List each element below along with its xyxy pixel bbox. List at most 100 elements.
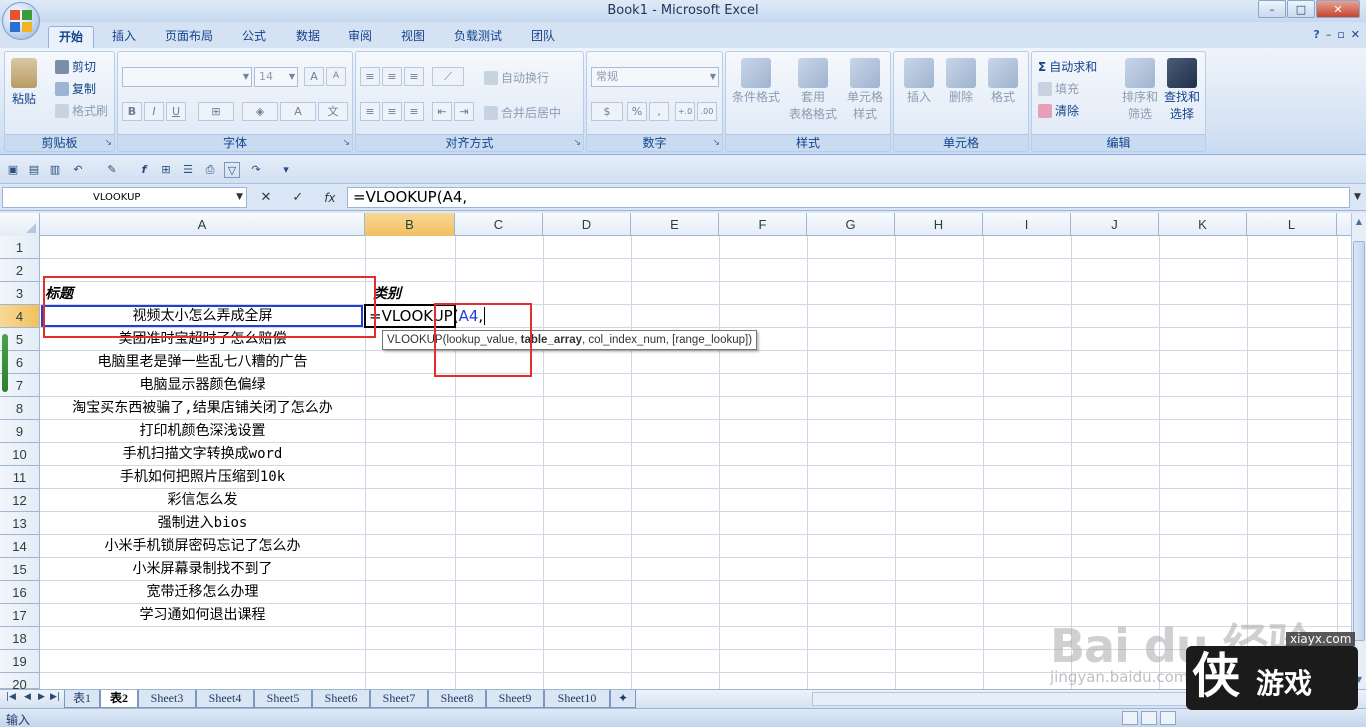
- select-all-button[interactable]: [0, 213, 40, 236]
- cell-a14[interactable]: 小米手机锁屏密码忘记了怎么办: [40, 535, 365, 558]
- page-break-view-icon[interactable]: [1160, 711, 1176, 725]
- undo-icon[interactable]: ↶: [70, 162, 86, 178]
- tab-formulas[interactable]: 公式: [234, 26, 274, 48]
- dialog-launcher-icon[interactable]: ↘: [342, 138, 350, 148]
- vertical-scrollbar[interactable]: ▲ ▼: [1351, 213, 1366, 689]
- horizontal-scrollbar[interactable]: [812, 692, 1352, 706]
- normal-view-icon[interactable]: [1122, 711, 1138, 725]
- column-header-i[interactable]: I: [983, 213, 1071, 236]
- cell-a9[interactable]: 打印机颜色深浅设置: [40, 420, 365, 443]
- orientation-button[interactable]: ⟋: [432, 67, 464, 86]
- tab-page-layout[interactable]: 页面布局: [158, 26, 220, 48]
- sheet-tab[interactable]: Sheet7: [370, 690, 428, 708]
- border-button[interactable]: ⊞: [198, 102, 234, 121]
- row-header[interactable]: 2: [0, 259, 40, 282]
- row-header[interactable]: 3: [0, 282, 40, 305]
- cell-a12[interactable]: 彩信怎么发: [40, 489, 365, 512]
- wrap-text-button[interactable]: 自动换行: [484, 69, 549, 86]
- column-header-j[interactable]: J: [1071, 213, 1159, 236]
- column-header-g[interactable]: G: [807, 213, 895, 236]
- row-header[interactable]: 1: [0, 236, 40, 259]
- cell-a7[interactable]: 电脑显示器颜色偏绿: [40, 374, 365, 397]
- grow-font-button[interactable]: A: [304, 67, 324, 86]
- font-name-combo[interactable]: ▼: [122, 67, 252, 87]
- align-top-button[interactable]: ≡: [360, 67, 380, 86]
- minimize-button[interactable]: –: [1258, 0, 1286, 18]
- font-color-button[interactable]: A: [280, 102, 316, 121]
- help-icon[interactable]: ?: [1313, 28, 1319, 41]
- percent-button[interactable]: %: [627, 102, 647, 121]
- tab-team[interactable]: 团队: [523, 26, 563, 48]
- office-button[interactable]: [2, 2, 40, 40]
- decrease-indent-button[interactable]: ⇤: [432, 102, 452, 121]
- tab-data[interactable]: 数据: [288, 26, 328, 48]
- align-middle-button[interactable]: ≡: [382, 67, 402, 86]
- align-left-button[interactable]: ≡: [360, 102, 380, 121]
- row-header[interactable]: 17: [0, 604, 40, 627]
- column-header-a[interactable]: A: [40, 213, 365, 236]
- paste-button[interactable]: 粘贴: [11, 58, 37, 107]
- sheet-tab[interactable]: Sheet5: [254, 690, 312, 708]
- row-header[interactable]: 15: [0, 558, 40, 581]
- row-header[interactable]: 11: [0, 466, 40, 489]
- row-header[interactable]: 13: [0, 512, 40, 535]
- cancel-icon[interactable]: ✕: [260, 190, 271, 205]
- dialog-launcher-icon[interactable]: ↘: [712, 138, 720, 148]
- row-header[interactable]: 9: [0, 420, 40, 443]
- scroll-down-icon[interactable]: ▼: [1353, 673, 1365, 687]
- align-center-button[interactable]: ≡: [382, 102, 402, 121]
- close-button[interactable]: ✕: [1316, 0, 1360, 18]
- cut-button[interactable]: 剪切: [55, 58, 96, 75]
- ribbon-restore-icon[interactable]: ▫: [1337, 28, 1344, 41]
- tab-load-test[interactable]: 负载测试: [446, 26, 510, 48]
- expand-formula-bar-icon[interactable]: ▼: [1351, 188, 1364, 207]
- comma-button[interactable]: ,: [649, 102, 669, 121]
- open-icon[interactable]: ▤: [26, 162, 42, 178]
- shrink-font-button[interactable]: A: [326, 67, 346, 86]
- column-header-c[interactable]: C: [455, 213, 543, 236]
- increase-indent-button[interactable]: ⇥: [454, 102, 474, 121]
- column-header-l[interactable]: L: [1247, 213, 1337, 236]
- find-select-button[interactable]: 查找和 选择: [1162, 58, 1202, 122]
- format-as-table-button[interactable]: 套用 表格格式: [788, 58, 838, 122]
- row-header[interactable]: 8: [0, 397, 40, 420]
- number-format-combo[interactable]: 常规 ▼: [591, 67, 719, 87]
- accounting-button[interactable]: $: [591, 102, 623, 121]
- column-header-b[interactable]: B: [365, 213, 455, 236]
- sheet-tab[interactable]: 表1: [64, 690, 100, 708]
- function-icon[interactable]: f: [136, 162, 152, 178]
- tab-review[interactable]: 审阅: [340, 26, 380, 48]
- edit-icon[interactable]: ✎: [104, 162, 120, 178]
- last-sheet-icon[interactable]: ▶|: [50, 692, 60, 702]
- worksheet-grid[interactable]: A B C D E F G H I J K L 1 2 3 4 5 6 7 8 …: [0, 213, 1351, 689]
- column-header-f[interactable]: F: [719, 213, 807, 236]
- sort-filter-button[interactable]: 排序和 筛选: [1120, 58, 1160, 122]
- vertical-scroll-thumb[interactable]: [1353, 241, 1365, 641]
- sheet-tab[interactable]: Sheet3: [138, 690, 196, 708]
- name-box[interactable]: VLOOKUP ▼: [2, 187, 247, 208]
- decrease-decimal-button[interactable]: .00: [697, 102, 717, 121]
- enter-icon[interactable]: ✓: [292, 190, 303, 205]
- column-header-e[interactable]: E: [631, 213, 719, 236]
- align-bottom-button[interactable]: ≡: [404, 67, 424, 86]
- cell-a6[interactable]: 电脑里老是弹一些乱七八糟的广告: [40, 351, 365, 374]
- autosum-button[interactable]: Σ 自动求和: [1038, 58, 1097, 75]
- column-header-d[interactable]: D: [543, 213, 631, 236]
- cell-a16[interactable]: 宽带迁移怎么办理: [40, 581, 365, 604]
- tab-insert[interactable]: 插入: [104, 26, 144, 48]
- delete-cells-button[interactable]: 删除: [942, 58, 980, 105]
- next-sheet-icon[interactable]: ▶: [38, 692, 45, 702]
- sheet-tab-active[interactable]: 表2: [100, 690, 138, 708]
- increase-decimal-button[interactable]: +.0: [675, 102, 695, 121]
- freeze-icon[interactable]: ☰: [180, 162, 196, 178]
- format-cells-button[interactable]: 格式: [984, 58, 1022, 105]
- align-right-button[interactable]: ≡: [404, 102, 424, 121]
- phonetic-button[interactable]: 文: [318, 102, 348, 121]
- tab-view[interactable]: 视图: [393, 26, 433, 48]
- customize-qat-icon[interactable]: ▾: [278, 162, 294, 178]
- maximize-button[interactable]: □: [1287, 0, 1315, 18]
- printer-icon[interactable]: ⎙: [202, 162, 218, 178]
- insert-cells-button[interactable]: 插入: [900, 58, 938, 105]
- bold-button[interactable]: B: [122, 102, 142, 121]
- tab-home[interactable]: 开始: [48, 26, 94, 48]
